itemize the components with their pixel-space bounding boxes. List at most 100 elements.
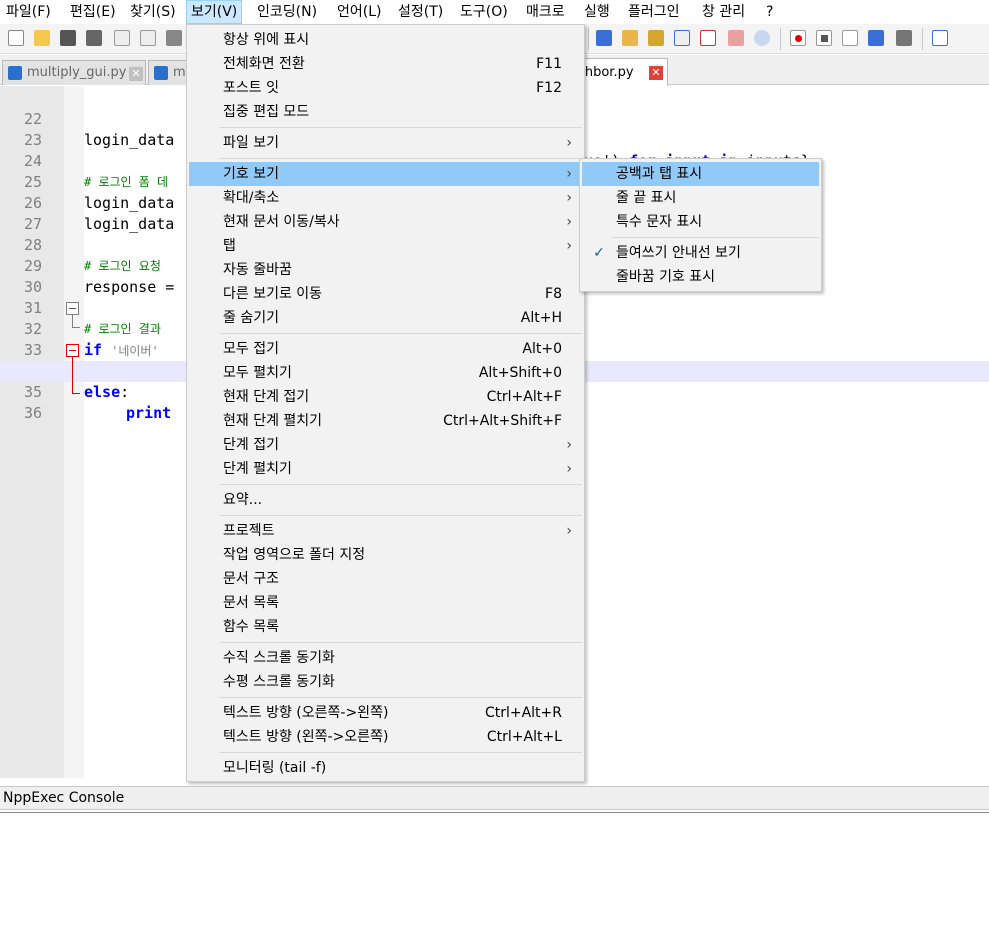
menu-search[interactable]: 찾기(S) — [126, 0, 180, 24]
fold-guide-end — [72, 393, 80, 394]
close-all-icon[interactable] — [138, 28, 158, 48]
line-number: 36 — [23, 404, 42, 422]
view-sync-vertical-scroll[interactable]: 수직 스크롤 동기화 — [189, 646, 582, 670]
view-unfold-level[interactable]: 단계 펼치기 › — [189, 457, 582, 481]
new-file-icon[interactable] — [6, 28, 26, 48]
code-text: print — [126, 404, 172, 422]
check-icon: ✓ — [593, 245, 605, 261]
save-icon[interactable] — [58, 28, 78, 48]
view-word-wrap[interactable]: 자동 줄바꿈 — [189, 258, 582, 282]
tab-close-icon[interactable]: ✕ — [649, 66, 663, 80]
submenu-arrow-icon: › — [566, 214, 572, 230]
console-output[interactable] — [0, 812, 989, 949]
record-macro-icon[interactable] — [788, 28, 808, 48]
fold-toggle-icon[interactable] — [66, 302, 79, 315]
show-indent-guide[interactable]: ✓ 들여쓰기 안내선 보기 — [582, 241, 819, 265]
fold-guide-line — [72, 357, 73, 393]
menu-plugins[interactable]: 플러그인 — [624, 0, 684, 24]
print-icon[interactable] — [164, 28, 184, 48]
word-wrap-icon[interactable] — [620, 28, 640, 48]
view-document-list[interactable]: 문서 목록 — [189, 591, 582, 615]
console-title-bar: NppExec Console — [0, 786, 989, 810]
view-document-map[interactable]: 문서 구조 — [189, 567, 582, 591]
view-text-rtl[interactable]: 텍스트 방향 (오른쪽->왼쪽) Ctrl+Alt+R — [189, 701, 582, 725]
view-unfold-current-level[interactable]: 현재 단계 펼치기 Ctrl+Alt+Shift+F — [189, 409, 582, 433]
tab-label: multiply_gui.py — [27, 65, 127, 80]
show-special-chars[interactable]: 특수 문자 표시 — [582, 210, 819, 234]
save-macro-icon[interactable] — [894, 28, 914, 48]
view-project[interactable]: 프로젝트 › — [189, 519, 582, 543]
close-file-icon[interactable] — [112, 28, 132, 48]
tab-mo[interactable]: mo — [148, 60, 188, 85]
menu-edit[interactable]: 편집(E) — [66, 0, 120, 24]
submenu-arrow-icon: › — [566, 135, 572, 151]
view-post-it[interactable]: 포스트 잇 F12 — [189, 76, 582, 100]
view-menu-dropdown: 항상 위에 표시 전체화면 전환 F11 포스트 잇 F12 집중 편집 모드 파일… — [186, 24, 585, 782]
view-move-clone-document[interactable]: 현재 문서 이동/복사 › — [189, 210, 582, 234]
view-tab[interactable]: 탭 › — [189, 234, 582, 258]
view-unfold-all[interactable]: 모두 펼치기 Alt+Shift+0 — [189, 361, 582, 385]
view-zoom[interactable]: 확대/축소 › — [189, 186, 582, 210]
view-folder-as-workspace[interactable]: 작업 영역으로 폴더 지정 — [189, 543, 582, 567]
view-monitoring-tail[interactable]: 모니터링 (tail -f) — [189, 756, 582, 780]
document-list-icon[interactable] — [672, 28, 692, 48]
menu-separator — [612, 237, 819, 238]
play-macro-icon[interactable] — [840, 28, 860, 48]
view-fold-level[interactable]: 단계 접기 › — [189, 433, 582, 457]
view-fullscreen[interactable]: 전체화면 전환 F11 — [189, 52, 582, 76]
submenu-arrow-icon: › — [566, 190, 572, 206]
menu-language[interactable]: 언어(L) — [333, 0, 385, 24]
submenu-arrow-icon: › — [566, 461, 572, 477]
menu-help[interactable]: ? — [762, 0, 777, 24]
menu-separator — [219, 697, 582, 698]
fold-toggle-icon[interactable] — [66, 344, 79, 357]
folder-workspace-icon[interactable] — [726, 28, 746, 48]
show-whitespace-tab[interactable]: 공백과 탭 표시 — [582, 162, 819, 186]
menu-separator — [219, 752, 582, 753]
tab-multiply-gui[interactable]: multiply_gui.py ✕ — [2, 60, 146, 85]
view-always-on-top[interactable]: 항상 위에 표시 — [189, 28, 582, 52]
submenu-arrow-icon: › — [566, 166, 572, 182]
menu-file[interactable]: 파일(F) — [2, 0, 55, 24]
show-end-of-line[interactable]: 줄 끝 표시 — [582, 186, 819, 210]
save-all-icon[interactable] — [84, 28, 104, 48]
console-toggle-icon[interactable] — [930, 28, 950, 48]
menu-separator — [219, 642, 582, 643]
view-fold-current-level[interactable]: 현재 단계 접기 Ctrl+Alt+F — [189, 385, 582, 409]
menu-encoding[interactable]: 인코딩(N) — [253, 0, 321, 24]
menu-separator — [219, 127, 582, 128]
monitoring-icon[interactable] — [752, 28, 772, 48]
menu-run[interactable]: 실행 — [580, 0, 614, 24]
view-file-view[interactable]: 파일 보기 › — [189, 131, 582, 155]
fold-guide-end — [72, 327, 80, 328]
view-distraction-free[interactable]: 집중 편집 모드 — [189, 100, 582, 124]
menu-bar: 파일(F) 편집(E) 찾기(S) 보기(V) 인코딩(N) 언어(L) 설정(… — [0, 0, 989, 24]
open-file-icon[interactable] — [32, 28, 52, 48]
menu-separator — [219, 158, 582, 159]
view-function-list[interactable]: 함수 목록 — [189, 615, 582, 639]
document-map-icon[interactable] — [646, 28, 666, 48]
view-show-symbol[interactable]: 기호 보기 › — [189, 162, 582, 186]
function-list-icon[interactable] — [698, 28, 718, 48]
stop-macro-icon[interactable] — [814, 28, 834, 48]
tab-close-icon[interactable]: ✕ — [129, 67, 143, 81]
menu-settings[interactable]: 설정(T) — [394, 0, 447, 24]
view-sync-horizontal-scroll[interactable]: 수평 스크롤 동기화 — [189, 670, 582, 694]
view-focus-other-view[interactable]: 다른 보기로 이동 F8 — [189, 282, 582, 306]
view-text-ltr[interactable]: 텍스트 방향 (왼쪽->오른쪽) Ctrl+Alt+L — [189, 725, 582, 749]
toolbar-separator — [922, 28, 923, 50]
view-fold-all[interactable]: 모두 접기 Alt+0 — [189, 337, 582, 361]
view-summary[interactable]: 요약... — [189, 488, 582, 512]
submenu-arrow-icon: › — [566, 437, 572, 453]
submenu-arrow-icon: › — [566, 523, 572, 539]
menu-view[interactable]: 보기(V) — [186, 0, 243, 24]
tab-neighbor[interactable]: ighbor.py ✕ — [572, 58, 668, 86]
menu-window[interactable]: 창 관리 — [698, 0, 749, 24]
menu-tools[interactable]: 도구(O) — [456, 0, 512, 24]
show-symbol-submenu: 공백과 탭 표시 줄 끝 표시 특수 문자 표시 ✓ 들여쓰기 안내선 보기 줄바… — [579, 158, 822, 292]
indent-guide-icon[interactable] — [594, 28, 614, 48]
menu-macro[interactable]: 매크로 — [522, 0, 569, 24]
show-wrap-symbol[interactable]: 줄바꿈 기호 표시 — [582, 265, 819, 289]
run-macro-multiple-icon[interactable] — [866, 28, 886, 48]
view-hide-lines[interactable]: 줄 숨기기 Alt+H — [189, 306, 582, 330]
